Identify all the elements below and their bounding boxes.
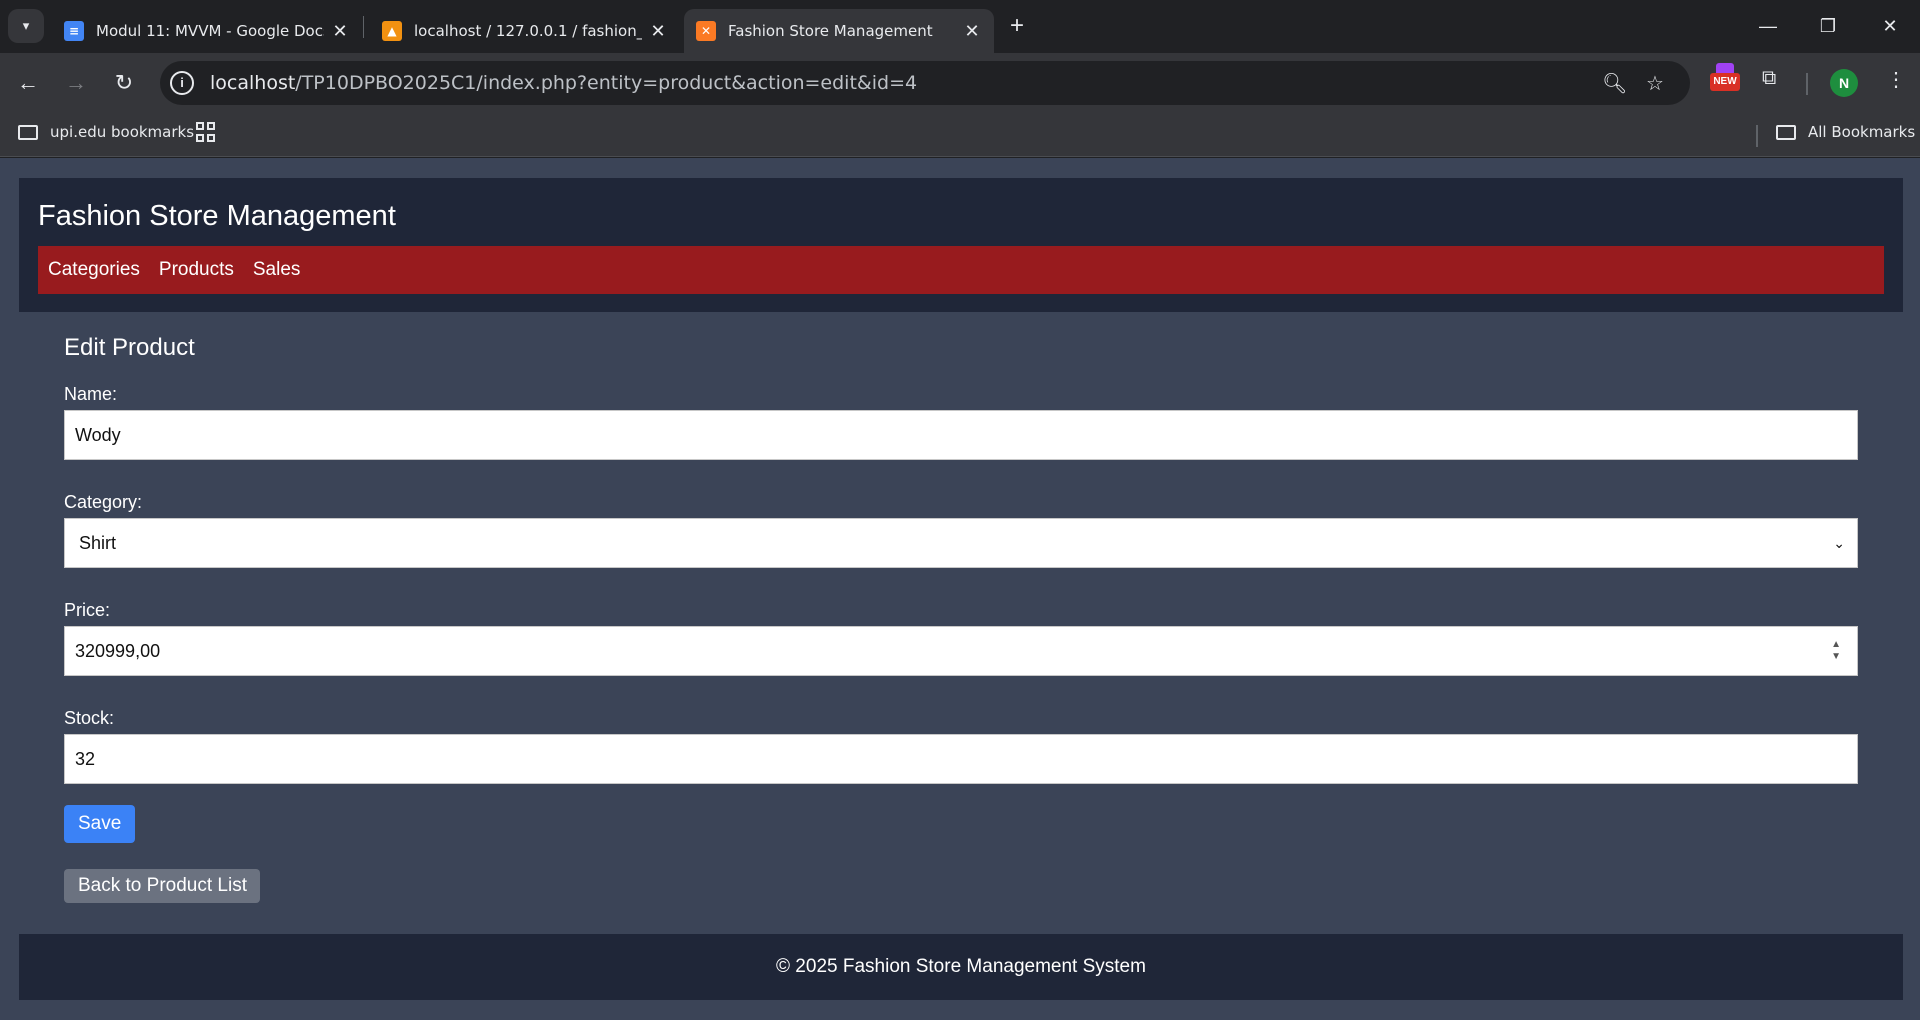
- bookmark-label: upi.edu bookmarks: [50, 123, 195, 141]
- back-arrow-icon[interactable]: ←: [10, 65, 46, 101]
- all-bookmarks-button[interactable]: All Bookmarks: [1776, 123, 1915, 141]
- bookmark-star-icon[interactable]: ☆: [1646, 71, 1664, 96]
- edit-product-form: Edit Product Name: Wody Category: Shirt …: [64, 334, 1858, 903]
- url-text[interactable]: localhost/TP10DPBO2025C1/index.php?entit…: [210, 72, 917, 94]
- tab-title: Fashion Store Management: [728, 22, 933, 40]
- toolbar-divider: [1806, 73, 1808, 95]
- folder-icon: [1776, 124, 1796, 140]
- profile-avatar[interactable]: N: [1830, 69, 1858, 97]
- apps-grid-icon[interactable]: [196, 122, 216, 142]
- save-button[interactable]: Save: [64, 805, 136, 843]
- forward-arrow-icon[interactable]: →: [58, 65, 94, 101]
- price-input[interactable]: 320999,00 ▲ ▼: [64, 626, 1858, 676]
- minimize-icon[interactable]: —: [1748, 8, 1788, 44]
- name-value: Wody: [75, 424, 121, 445]
- xampp-icon: ✕: [696, 21, 716, 41]
- all-bookmarks-label: All Bookmarks: [1808, 123, 1916, 141]
- browser-tab-bar: ▾ ≡ Modul 11: MVVM - Google Docs ✕ ▲ loc…: [0, 0, 1920, 53]
- zoom-icon[interactable]: 🔍︎: [1602, 71, 1627, 96]
- address-bar[interactable]: i localhost/TP10DPBO2025C1/index.php?ent…: [160, 61, 1690, 105]
- bookmark-folder-upi[interactable]: upi.edu bookmarks: [18, 123, 194, 141]
- tab-fashion-store[interactable]: ✕ Fashion Store Management ✕: [684, 9, 994, 53]
- menu-kebab-icon[interactable]: ⋮: [1886, 67, 1906, 92]
- nav-link-categories[interactable]: Categories: [48, 259, 140, 281]
- tab-phpmyadmin[interactable]: ▲ localhost / 127.0.0.1 / fashion_store …: [370, 9, 680, 53]
- category-value: Shirt: [79, 532, 117, 553]
- stock-input[interactable]: 32: [64, 734, 1858, 784]
- chevron-down-icon: ⌄: [1833, 534, 1845, 551]
- browser-toolbar: ← → ↻ i localhost/TP10DPBO2025C1/index.p…: [0, 53, 1920, 113]
- new-badge[interactable]: NEW: [1710, 73, 1740, 91]
- site-footer: © 2025 Fashion Store Management System: [19, 934, 1903, 1000]
- bookmarks-divider: [1756, 125, 1758, 147]
- nav-link-products[interactable]: Products: [159, 259, 234, 281]
- site-title: Fashion Store Management: [38, 200, 396, 232]
- back-to-product-list-button[interactable]: Back to Product List: [64, 869, 260, 903]
- url-host: localhost: [210, 72, 296, 94]
- site-header: Fashion Store Management Categories Prod…: [19, 178, 1903, 312]
- stock-label: Stock:: [64, 708, 115, 728]
- name-label: Name:: [64, 384, 118, 404]
- name-input[interactable]: Wody: [64, 410, 1858, 460]
- tab-separator: [363, 16, 364, 38]
- price-label: Price:: [64, 600, 111, 620]
- bookmarks-bar: upi.edu bookmarks All Bookmarks: [0, 113, 1920, 157]
- nav-link-sales[interactable]: Sales: [253, 259, 301, 281]
- page-body: Fashion Store Management Categories Prod…: [0, 158, 1920, 1020]
- price-value: 320999,00: [75, 640, 161, 661]
- close-tab-icon[interactable]: ✕: [962, 21, 982, 42]
- google-docs-icon: ≡: [64, 21, 84, 41]
- phpmyadmin-icon: ▲: [382, 21, 402, 41]
- stock-value: 32: [75, 748, 96, 769]
- folder-icon: [18, 124, 38, 140]
- tab-title: localhost / 127.0.0.1 / fashion_store: [414, 22, 642, 40]
- tab-google-docs[interactable]: ≡ Modul 11: MVVM - Google Docs ✕: [52, 9, 362, 53]
- category-label: Category:: [64, 492, 143, 512]
- close-tab-icon[interactable]: ✕: [330, 21, 350, 42]
- tab-search-button[interactable]: ▾: [8, 9, 44, 43]
- close-tab-icon[interactable]: ✕: [648, 21, 668, 42]
- number-spinner-icon[interactable]: ▲ ▼: [1831, 639, 1841, 663]
- site-nav: Categories Products Sales: [38, 246, 1884, 294]
- site-info-icon[interactable]: i: [170, 71, 194, 95]
- restore-icon[interactable]: ❐: [1808, 8, 1848, 44]
- extensions-icon[interactable]: ⧉: [1762, 67, 1776, 90]
- new-tab-button[interactable]: +: [1002, 12, 1032, 42]
- reload-icon[interactable]: ↻: [106, 65, 142, 101]
- tab-title: Modul 11: MVVM - Google Docs: [96, 22, 324, 40]
- close-window-icon[interactable]: ✕: [1870, 8, 1910, 44]
- category-select[interactable]: Shirt ⌄: [64, 518, 1858, 568]
- form-heading: Edit Product: [64, 334, 195, 361]
- url-path: /TP10DPBO2025C1/index.php?entity=product…: [295, 72, 918, 94]
